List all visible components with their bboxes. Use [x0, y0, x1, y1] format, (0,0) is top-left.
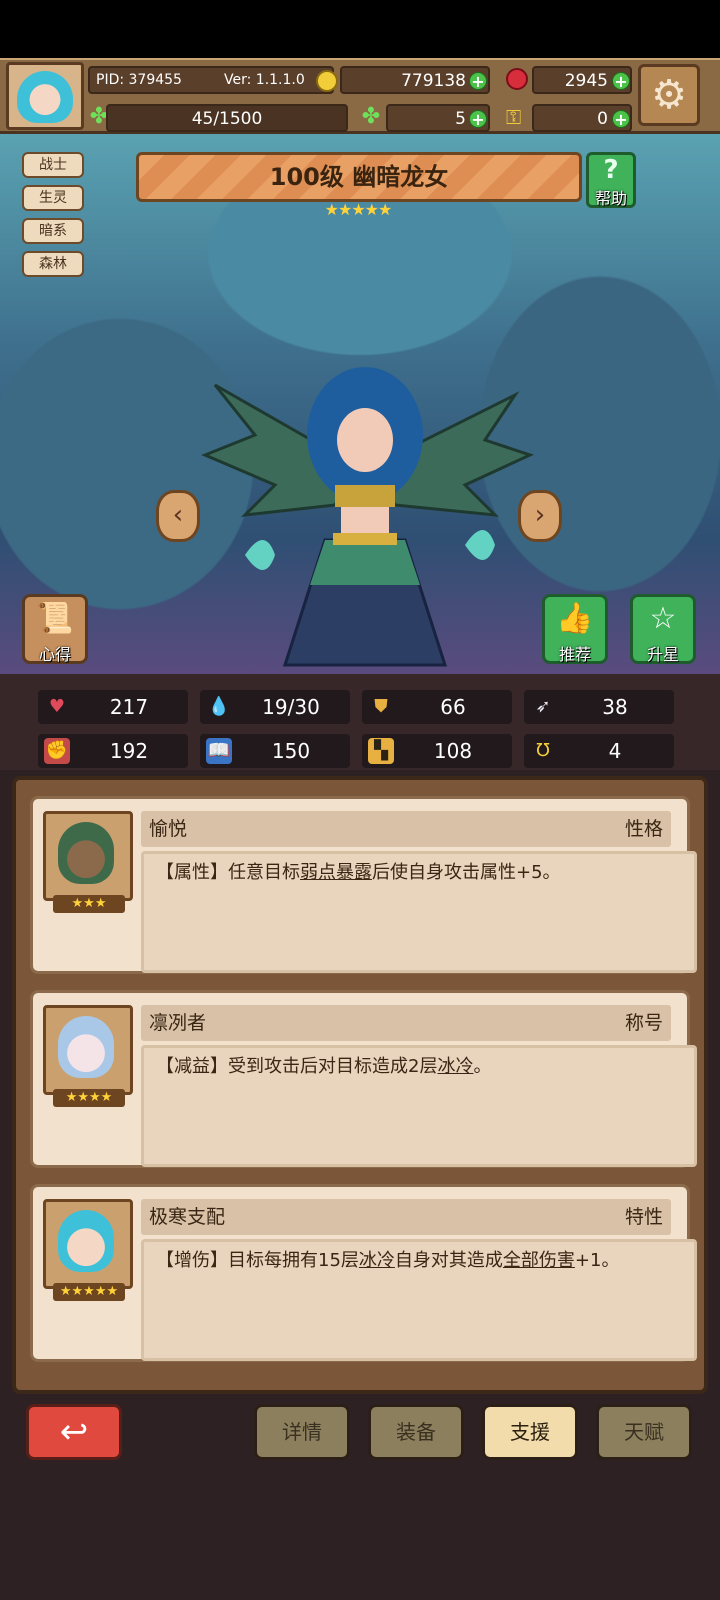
- fist-icon: ✊: [44, 738, 70, 764]
- add-clover-button[interactable]: +: [469, 110, 487, 128]
- stat-magic: 📖 150: [200, 734, 350, 768]
- keyword-link[interactable]: 冰冷: [437, 1056, 473, 1077]
- stat-resist: ▚ 108: [362, 734, 512, 768]
- keyword-link[interactable]: 弱点暴露: [300, 862, 372, 883]
- gold-coin-icon: [316, 70, 338, 92]
- tab-talent[interactable]: 天赋: [596, 1404, 692, 1460]
- card-header: 凛冽者 称号: [141, 1005, 671, 1041]
- star-up-label: 升星: [646, 645, 679, 664]
- support-card-trait[interactable]: ★★★★★ 极寒支配 特性 【增伤】目标每拥有15层冰冷自身对其造成全部伤害+1…: [30, 1184, 697, 1362]
- keyword-link[interactable]: 全部伤害: [503, 1250, 575, 1271]
- wing-icon: ➶: [535, 696, 551, 717]
- next-hero-arrow[interactable]: ›: [518, 490, 562, 542]
- scroll-icon: 📜: [36, 601, 74, 636]
- help-button[interactable]: ? 帮助: [586, 152, 636, 208]
- settings-button[interactable]: ⚙: [638, 64, 700, 126]
- heart-icon: ♥: [48, 696, 66, 717]
- support-portrait: [43, 811, 133, 901]
- return-arrow-icon: ↩: [59, 1412, 89, 1452]
- tab-support[interactable]: 支援: [482, 1404, 578, 1460]
- stat-defense-value: 66: [440, 695, 466, 719]
- hero-title: 100级 幽暗龙女: [136, 152, 582, 202]
- stat-speed-value: 38: [602, 695, 628, 719]
- clover-count: 5: [455, 109, 466, 129]
- back-button[interactable]: ↩: [26, 1404, 122, 1460]
- player-id: PID: 379455: [96, 72, 182, 88]
- recommend-label: 推荐: [558, 645, 591, 664]
- support-card-personality[interactable]: ★★★ 愉悦 性格 【属性】任意目标弱点暴露后使自身攻击属性+5。: [30, 796, 697, 974]
- key-icon: ⚿: [506, 105, 522, 129]
- stat-mana: 💧 19/30: [200, 690, 350, 724]
- card-kind: 特性: [624, 1206, 663, 1228]
- tab-details[interactable]: 详情: [254, 1404, 350, 1460]
- keyword-link[interactable]: 冰冷: [359, 1250, 395, 1271]
- add-gem-button[interactable]: +: [612, 72, 630, 90]
- add-key-button[interactable]: +: [612, 110, 630, 128]
- stat-attack: ✊ 192: [38, 734, 188, 768]
- horseshoe-icon: Ʊ: [536, 740, 550, 761]
- card-description: 【减益】受到攻击后对目标造成2层冰冷。: [141, 1045, 697, 1167]
- support-portrait: [43, 1199, 133, 1289]
- stat-hp-value: 217: [109, 695, 149, 719]
- status-bar: [0, 0, 720, 58]
- card-kind: 性格: [624, 818, 663, 840]
- tag-terrain: 森林: [22, 251, 84, 277]
- tag-class: 战士: [22, 152, 84, 178]
- hero-star-rating: ★★★★★: [324, 200, 393, 219]
- key-count: 0: [597, 109, 608, 129]
- chevron-left-icon: ‹: [172, 500, 184, 530]
- stat-luck: Ʊ 4: [524, 734, 674, 768]
- insight-button[interactable]: 📜 心得: [22, 594, 88, 664]
- tab-equipment[interactable]: 装备: [368, 1404, 464, 1460]
- exp-text: 45/1500: [191, 109, 263, 129]
- player-avatar[interactable]: [6, 62, 84, 130]
- recommend-button[interactable]: 👍 推荐: [542, 594, 608, 664]
- gear-icon: ⚙: [651, 72, 687, 118]
- stat-defense: ⛊ 66: [362, 690, 512, 724]
- card-kind: 称号: [624, 1012, 663, 1034]
- add-gold-button[interactable]: +: [469, 72, 487, 90]
- resist-icon: ▚: [368, 738, 394, 764]
- support-stars: ★★★★★: [53, 1283, 125, 1301]
- stat-resist-value: 108: [433, 739, 473, 763]
- card-header: 极寒支配 特性: [141, 1199, 671, 1235]
- star-icon: ☆: [649, 601, 677, 636]
- gem-amount: 2945: [564, 71, 608, 91]
- question-icon: ?: [603, 155, 619, 185]
- stat-attack-value: 192: [109, 739, 149, 763]
- card-description: 【属性】任意目标弱点暴露后使自身攻击属性+5。: [141, 851, 697, 973]
- shield-icon: ⛊: [374, 696, 388, 717]
- support-stars: ★★★: [53, 895, 125, 913]
- tag-element: 暗系: [22, 218, 84, 244]
- stat-magic-value: 150: [271, 739, 311, 763]
- stat-luck-value: 4: [608, 739, 622, 763]
- water-drop-icon: 💧: [207, 696, 231, 717]
- previous-hero-arrow[interactable]: ‹: [156, 490, 200, 542]
- card-name: 愉悦: [149, 818, 188, 840]
- stat-hp: ♥ 217: [38, 690, 188, 724]
- card-header: 愉悦 性格: [141, 811, 671, 847]
- book-icon: 📖: [206, 738, 232, 764]
- support-stars: ★★★★: [53, 1089, 125, 1107]
- stat-speed: ➶ 38: [524, 690, 674, 724]
- card-description: 【增伤】目标每拥有15层冰冷自身对其造成全部伤害+1。: [141, 1239, 697, 1361]
- card-name: 凛冽者: [149, 1012, 207, 1034]
- help-label: 帮助: [594, 189, 627, 208]
- game-version: Ver: 1.1.1.0: [224, 72, 305, 88]
- chevron-right-icon: ›: [534, 500, 546, 530]
- support-portrait: [43, 1005, 133, 1095]
- card-name: 极寒支配: [149, 1206, 226, 1228]
- insight-label: 心得: [38, 645, 71, 664]
- tag-race: 生灵: [22, 185, 84, 211]
- hero-character-sprite: [201, 367, 535, 667]
- stat-mana-value: 19/30: [262, 695, 320, 719]
- thumbs-up-icon: 👍: [556, 601, 594, 636]
- ruby-gem-icon: [506, 68, 528, 90]
- star-up-button[interactable]: ☆ 升星: [630, 594, 696, 664]
- clover-icon: ✤: [361, 104, 381, 129]
- support-card-title[interactable]: ★★★★ 凛冽者 称号 【减益】受到攻击后对目标造成2层冰冷。: [30, 990, 697, 1168]
- gold-amount: 779138: [401, 71, 466, 91]
